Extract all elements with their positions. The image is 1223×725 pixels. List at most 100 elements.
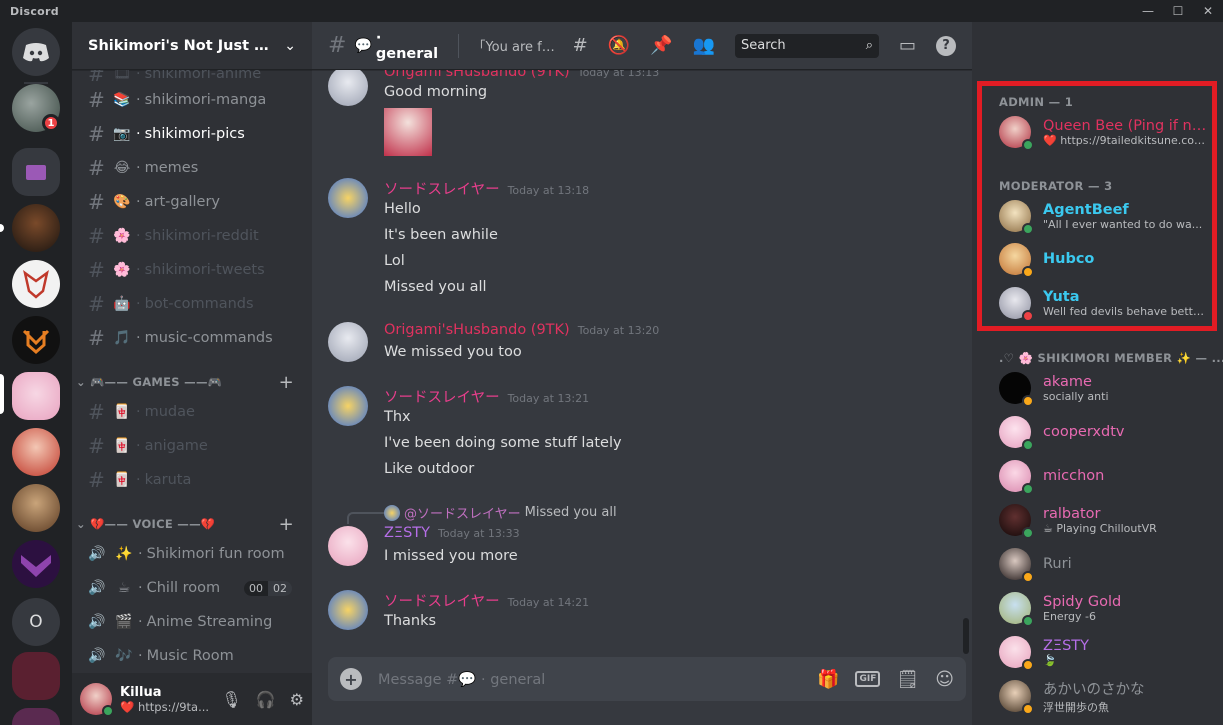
sticker-icon[interactable]: 🗒 [896,669,919,690]
hash-icon: # [88,156,105,180]
reply-context[interactable]: @ソードスレイヤー Missed you all [384,503,617,522]
member-item[interactable]: Ruri [999,543,1209,585]
emoji-icon[interactable]: ☺ [935,669,954,690]
message-composer[interactable]: + Message #💬 · general 🎁 GIF 🗒 ☺ [328,657,966,701]
bell-muted-icon[interactable]: 🔕 [608,35,630,56]
add-channel-icon[interactable]: + [279,372,294,393]
server-name: Shikimori's Not Just a Cu... [88,37,273,54]
minimize-icon[interactable]: — [1133,0,1163,22]
channel-emoji: 💬 [354,37,372,54]
microphone-icon[interactable]: 🎙 [221,690,241,709]
member-item[interactable]: akame socially anti [999,367,1209,409]
guild-icon[interactable]: O [12,598,60,646]
avatar[interactable] [328,178,368,218]
category-games[interactable]: ⌄ 🎮—— GAMES ——🎮 + [76,372,308,393]
avatar[interactable] [328,590,368,630]
hash-icon: # [88,224,105,248]
member-item[interactable]: micchon [999,455,1209,497]
chevron-down-icon: ⌄ [284,37,296,54]
voice-channel[interactable]: 🔊 ✨ · Shikimori fun room [80,538,304,570]
members-icon[interactable]: 👥 [693,35,715,56]
member-group-header: .♡ 🌸 SHIKIMORI MEMBER ✨ — ... [999,351,1223,365]
channel-item[interactable]: # 🌸 · shikimori-reddit [80,220,304,252]
voice-user-count: 00 02 [244,580,292,596]
guild-icon[interactable] [12,260,60,308]
gift-icon[interactable]: 🎁 [817,669,839,690]
channel-item[interactable]: # 🌸 · shikimori-tweets [80,254,304,286]
avatar[interactable] [328,70,368,106]
discord-logo-icon [23,43,49,62]
chat-area: # 💬 · general 「You are free to discuss a… [312,22,972,725]
chevron-icon: ⌄ [76,517,86,531]
channel-item[interactable]: # 🀄 · mudae [80,396,304,428]
member-item[interactable]: ZΞSTY 🍃 [999,631,1209,673]
add-channel-icon[interactable]: + [279,514,294,535]
channel-item[interactable]: # 📚 · shikimori-manga [80,84,304,116]
message-image[interactable] [384,108,432,156]
gear-icon[interactable]: ⚙ [290,690,304,709]
channel-title: · general [375,29,439,62]
avatar [999,592,1034,627]
channel-item[interactable]: # 🎨 · art-gallery [80,186,304,218]
channel-topic[interactable]: 「You are free to discuss anything that i… [472,36,558,55]
channel-item[interactable]: # 🤖 · bot-commands [80,288,304,320]
message-author[interactable]: ソードスレイヤー Today at 14:21 [384,590,589,611]
guild-icon[interactable] [12,316,60,364]
voice-channel[interactable]: 🔊 ☕ · Chill room 00 02 [80,572,304,604]
home-button[interactable] [12,28,60,76]
avatar[interactable] [328,526,368,566]
scrollbar[interactable] [963,618,969,654]
message-author[interactable]: Origami'sHusbando (9TK) Today at 13:20 [384,322,659,338]
threads-icon[interactable]: # [573,35,588,56]
channel-item[interactable]: # 🀄 · anigame [80,430,304,462]
server-header[interactable]: Shikimori's Not Just a Cu... ⌄ [72,22,312,70]
member-item[interactable]: あかいのさかな 浮世開歩の魚 [999,675,1209,717]
member-item[interactable]: cooperxdtv [999,411,1209,453]
guild-icon[interactable] [12,484,60,532]
guild-icon[interactable] [12,204,60,252]
channel-item[interactable]: # 📷 · shikimori-pics [80,118,304,150]
pin-icon[interactable]: 📌 [650,35,672,56]
search-input[interactable]: Search ⌕ [734,33,879,58]
message-text: Like outdoor [384,461,475,477]
guild-folder[interactable] [12,708,60,725]
inbox-icon[interactable]: ▭ [899,35,916,56]
message-text: Thx [384,409,411,425]
app-name: Discord [10,4,59,18]
member-item[interactable]: Spidy Gold Energy -6 [999,587,1209,629]
message-input[interactable]: Message #💬 · general [378,671,545,688]
maximize-icon[interactable]: ☐ [1163,0,1193,22]
voice-channel[interactable]: 🔊 🎬 · Anime Streaming [80,606,304,638]
hash-icon: # [88,258,105,282]
channel-item[interactable]: # 🀄 · karuta [80,464,304,496]
close-icon[interactable]: ✕ [1193,0,1223,22]
add-attachment-icon[interactable]: + [340,668,362,690]
message-author[interactable]: ソードスレイヤー Today at 13:21 [384,386,589,407]
message-text: Missed you all [384,279,487,295]
voice-channel[interactable]: 🔊 🎶 · Music Room [80,640,304,668]
message-text: I missed you more [384,548,518,564]
avatar[interactable] [80,683,114,717]
avatar[interactable] [328,322,368,362]
speaker-icon: 🔊 [88,580,106,596]
channel-item[interactable]: # 😂 · memes [80,152,304,184]
guild-folder[interactable] [12,652,60,700]
message-author[interactable]: Origami'sHusbando (9TK) Today at 13:13 [384,70,659,80]
speaker-icon: 🔊 [88,546,106,562]
avatar[interactable] [328,386,368,426]
guild-icon[interactable] [12,428,60,476]
help-icon[interactable]: ? [936,35,956,56]
guild-icon[interactable] [12,372,60,420]
message-list: Origami'sHusbando (9TK) Today at 13:13 Go… [312,70,972,657]
member-item[interactable]: ralbator ☕ Playing ChilloutVR [999,499,1209,541]
folder-icon[interactable] [12,148,60,196]
hash-icon: # [88,434,105,458]
message-author[interactable]: ZΞSTY Today at 13:33 [384,525,520,541]
gif-icon[interactable]: GIF [855,671,881,687]
guild-icon[interactable] [12,540,60,588]
headphones-icon[interactable]: 🎧 [256,690,276,709]
speaker-icon: 🔊 [88,614,106,630]
message-author[interactable]: ソードスレイヤー Today at 13:18 [384,178,589,199]
category-voice[interactable]: ⌄ 💔—— VOICE ——💔 + [76,514,308,535]
channel-item[interactable]: # 🎵 · music-commands [80,322,304,354]
